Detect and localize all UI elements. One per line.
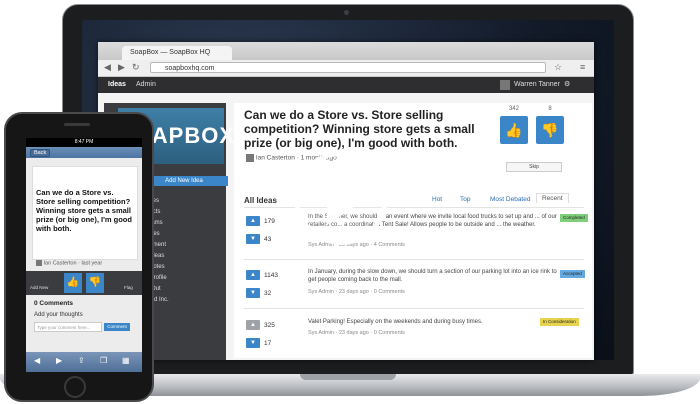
phone-question: Can we do a Store vs. Store selling comp… xyxy=(36,188,132,233)
idea-upvote-icon[interactable]: ▲ xyxy=(246,216,260,226)
sidebar-item[interactable]: r Votes xyxy=(146,262,226,273)
phone-forward-icon[interactable]: ▶ xyxy=(56,356,62,365)
phone-bookmarks-icon[interactable]: ❐ xyxy=(100,356,107,365)
sidebar-item[interactable]: ories xyxy=(146,196,226,207)
sidebar-item[interactable]: vices xyxy=(146,229,226,240)
all-ideas-heading: All Ideas xyxy=(244,196,277,205)
idea-meta: Sys Admin · 23 days ago · 4 Comments xyxy=(308,242,405,248)
sidebar-list: ories ducts grams vices gement r Ideas r… xyxy=(146,196,226,306)
sidebar-item[interactable]: r Ideas xyxy=(146,251,226,262)
sort-tab-hot[interactable]: Hot xyxy=(432,196,442,203)
phone-status-bar: 8:47 PM xyxy=(26,138,142,147)
phone-author-avatar xyxy=(36,260,42,266)
phone-author-name[interactable]: Ian Casterton xyxy=(44,260,77,266)
reload-icon[interactable]: ↻ xyxy=(132,62,140,73)
phone-comment-input[interactable]: Type your comment here... xyxy=(34,322,102,332)
status-badge: Accepted xyxy=(560,270,585,278)
sort-tab-top[interactable]: Top xyxy=(460,196,470,203)
back-icon[interactable]: ◀ xyxy=(104,62,111,73)
star-icon[interactable]: ☆ xyxy=(554,62,562,73)
idea-downvote-icon[interactable]: ▼ xyxy=(246,288,260,298)
user-name[interactable]: Warren Tanner xyxy=(514,77,560,93)
nav-admin[interactable]: Admin xyxy=(136,77,156,93)
idea-meta: Sys Admin · 23 days ago · 0 Comments xyxy=(308,330,405,336)
divider xyxy=(244,308,584,309)
idea-up-count: 179 xyxy=(264,218,275,225)
idea-down-count: 32 xyxy=(264,290,272,297)
upvote-count: 342 xyxy=(508,106,519,112)
phone-time-ago: last year xyxy=(81,260,103,267)
address-bar[interactable]: soapboxhq.com xyxy=(150,62,546,73)
sort-tab-recent[interactable]: Recent xyxy=(536,193,569,203)
idea-downvote-icon[interactable]: ▼ xyxy=(246,234,260,244)
laptop-notch xyxy=(300,374,396,380)
phone-add-new[interactable]: Add New xyxy=(30,285,48,290)
phone-speaker xyxy=(64,123,90,126)
camera xyxy=(344,10,349,15)
phone-share-icon[interactable]: ⇪ xyxy=(78,356,85,365)
phone-thoughts-label: Add your thoughts xyxy=(34,312,83,318)
user-avatar[interactable] xyxy=(500,80,510,90)
divider xyxy=(244,259,584,260)
sidebar-item[interactable]: ducts xyxy=(146,207,226,218)
idea-text[interactable]: Valet Parking! Especially on the weekend… xyxy=(308,318,564,326)
sidebar-item[interactable]: n Out xyxy=(146,284,226,295)
sort-tab-most-debated[interactable]: Most Debated xyxy=(490,196,530,203)
idea-up-count: 1143 xyxy=(264,272,278,279)
idea-downvote-icon[interactable]: ▼ xyxy=(246,338,260,348)
author-name[interactable]: Ian Casterton xyxy=(256,155,295,162)
idea-upvote-icon[interactable]: ▲ xyxy=(246,320,260,330)
nav-ideas[interactable]: Ideas xyxy=(108,77,126,93)
skip-button[interactable]: Skip xyxy=(506,162,562,172)
downvote-count: 8 xyxy=(548,106,552,112)
idea-down-count: 17 xyxy=(264,340,272,347)
status-badge: Completed xyxy=(560,214,588,222)
phone-vote-bar xyxy=(26,271,142,295)
downvote-button[interactable]: 👎 xyxy=(536,116,564,144)
phone-home-button[interactable] xyxy=(64,376,86,398)
browser-tab[interactable]: SoapBox — SoapBox HQ xyxy=(122,46,232,60)
phone-tabs-icon[interactable]: ▦ xyxy=(122,356,130,365)
phone-upvote-button[interactable]: 👍 xyxy=(64,273,82,293)
phone-author: Ian Casterton · last year xyxy=(36,260,102,266)
phone-downvote-button[interactable]: 👎 xyxy=(86,273,104,293)
phone-back-icon[interactable]: ◀ xyxy=(34,356,40,365)
menu-icon[interactable]: ≡ xyxy=(580,62,585,72)
tab-bar: SoapBox — SoapBox HQ xyxy=(98,42,594,60)
idea-up-count: 325 xyxy=(264,322,275,329)
phone-comments-heading: 0 Comments xyxy=(34,300,74,307)
play-icon[interactable] xyxy=(327,171,367,225)
sidebar-item[interactable]: lend Inc. xyxy=(146,295,226,306)
forward-icon[interactable]: ▶ xyxy=(118,62,125,73)
featured-question: Can we do a Store vs. Store selling comp… xyxy=(244,108,475,150)
status-badge: In Consideration xyxy=(540,318,579,326)
phone-flag[interactable]: Flag xyxy=(124,285,133,290)
phone-back-button[interactable]: Back xyxy=(30,149,51,157)
sidebar-item[interactable]: grams xyxy=(146,218,226,229)
idea-text[interactable]: In January, during the slow down, we sho… xyxy=(308,268,564,284)
idea-down-count: 43 xyxy=(264,236,272,243)
idea-meta: Sys Admin · 23 days ago · 0 Comments xyxy=(308,289,405,295)
sidebar-item[interactable]: r Profile xyxy=(146,273,226,284)
phone-comment-button[interactable]: Comment xyxy=(104,323,130,331)
settings-icon[interactable]: ⚙ xyxy=(564,77,570,93)
phone-time: 8:47 PM xyxy=(74,139,94,145)
idea-upvote-icon[interactable]: ▲ xyxy=(246,270,260,280)
sidebar-item[interactable]: gement xyxy=(146,240,226,251)
upvote-button[interactable]: 👍 xyxy=(500,116,528,144)
author-avatar xyxy=(246,154,254,162)
